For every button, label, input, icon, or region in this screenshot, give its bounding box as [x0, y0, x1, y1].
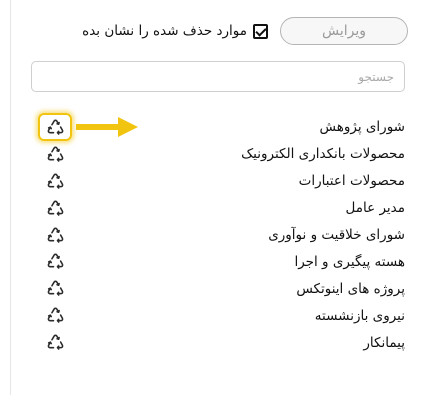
list-item: محصولات بانکداری الکترونیک	[30, 141, 408, 168]
edit-button[interactable]: ویرایش	[280, 17, 408, 45]
list-item-label: هسته پیگیری و اجرا	[294, 253, 405, 270]
list-item-label: پروژه های اینوتکس	[296, 280, 405, 297]
search-input[interactable]	[31, 61, 405, 92]
item-list: شورای پژوهش محصولات بانکداری الکترونیک م…	[30, 113, 408, 356]
arrow-right-icon	[76, 117, 138, 137]
left-divider	[10, 0, 11, 395]
list-item: هسته پیگیری و اجرا	[30, 248, 408, 275]
recycle-icon[interactable]	[41, 331, 69, 355]
recycle-icon[interactable]	[38, 113, 72, 142]
list-item-label: شورای خلاقیت و نوآوری	[268, 227, 405, 243]
list-item-label: نیروی بازنشسته	[314, 307, 405, 324]
show-deleted-toggle[interactable]: موارد حذف شده را نشان بده	[82, 23, 268, 39]
list-item-label: محصولات اعتبارات	[298, 173, 405, 190]
recycle-icon[interactable]	[41, 304, 69, 328]
show-deleted-checkbox[interactable]	[253, 23, 268, 39]
list-item: محصولات اعتبارات	[30, 168, 408, 195]
list-item-label: محصولات بانکداری الکترونیک	[241, 146, 405, 163]
list-item: شورای خلاقیت و نوآوری	[30, 222, 408, 249]
list-item-label: مدیر عامل	[345, 200, 405, 217]
recycle-icon[interactable]	[41, 250, 69, 274]
list-item-label: شورای پژوهش	[319, 119, 405, 136]
recycle-icon[interactable]	[41, 196, 69, 220]
list-item-label: پیمانکار	[363, 334, 405, 351]
recycle-icon[interactable]	[41, 223, 69, 247]
recycle-icon[interactable]	[41, 169, 69, 193]
list-item: مدیر عامل	[30, 195, 408, 222]
list-item: پروژه های اینوتکس	[30, 275, 408, 302]
toolbar: ویرایش موارد حذف شده را نشان بده	[55, 17, 408, 45]
recycle-icon[interactable]	[41, 142, 69, 166]
recycle-icon[interactable]	[41, 277, 69, 301]
show-deleted-label: موارد حذف شده را نشان بده	[82, 23, 247, 39]
list-item: پیمانکار	[30, 329, 408, 356]
list-item: نیروی بازنشسته	[30, 302, 408, 329]
